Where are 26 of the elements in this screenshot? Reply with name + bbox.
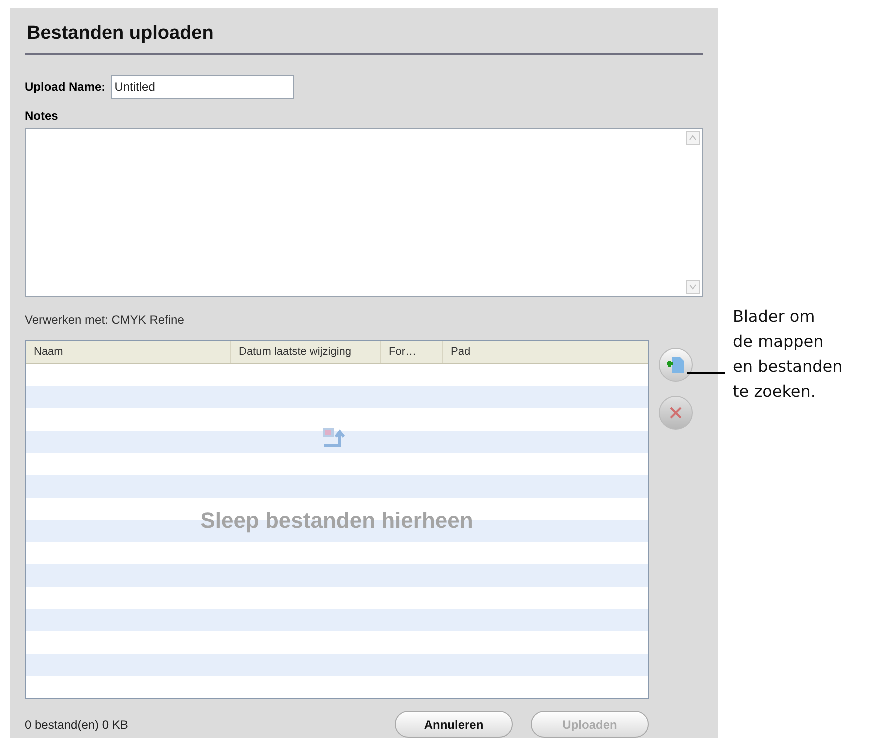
scrollbar[interactable] <box>686 128 700 296</box>
add-file-button[interactable] <box>659 348 693 382</box>
add-file-icon <box>666 355 686 375</box>
column-header[interactable]: Naam <box>26 341 231 363</box>
column-header[interactable]: For… <box>381 341 443 363</box>
callout-text: de mappen <box>733 331 825 353</box>
scroll-down-icon[interactable] <box>686 280 700 294</box>
column-header[interactable]: Datum laatste wijziging <box>231 341 381 363</box>
drop-hint: Sleep bestanden hierheen <box>200 507 474 535</box>
dialog-title: Bestanden uploaden <box>27 23 214 44</box>
upload-name-field[interactable]: Untitled <box>110 74 294 98</box>
close-icon <box>669 406 683 420</box>
callout-text: te zoeken. <box>733 381 817 403</box>
field-label: Notes <box>25 108 60 124</box>
dialog-button[interactable]: Annuleren <box>395 711 513 738</box>
scroll-up-icon[interactable] <box>686 130 700 144</box>
field-label: Upload Name: <box>25 78 106 96</box>
notes-field[interactable] <box>25 128 703 297</box>
leader-line <box>687 372 725 374</box>
callout-text: en bestanden <box>733 356 843 378</box>
callout-text: Blader om <box>733 306 816 328</box>
column-header[interactable]: Pad <box>443 341 648 363</box>
process-label: Verwerken met: CMYK Refine <box>25 312 186 329</box>
file-count: 0 bestand(en) 0 KB <box>25 716 130 734</box>
remove-file-button[interactable] <box>659 396 693 430</box>
upload-file-icon <box>322 426 346 450</box>
